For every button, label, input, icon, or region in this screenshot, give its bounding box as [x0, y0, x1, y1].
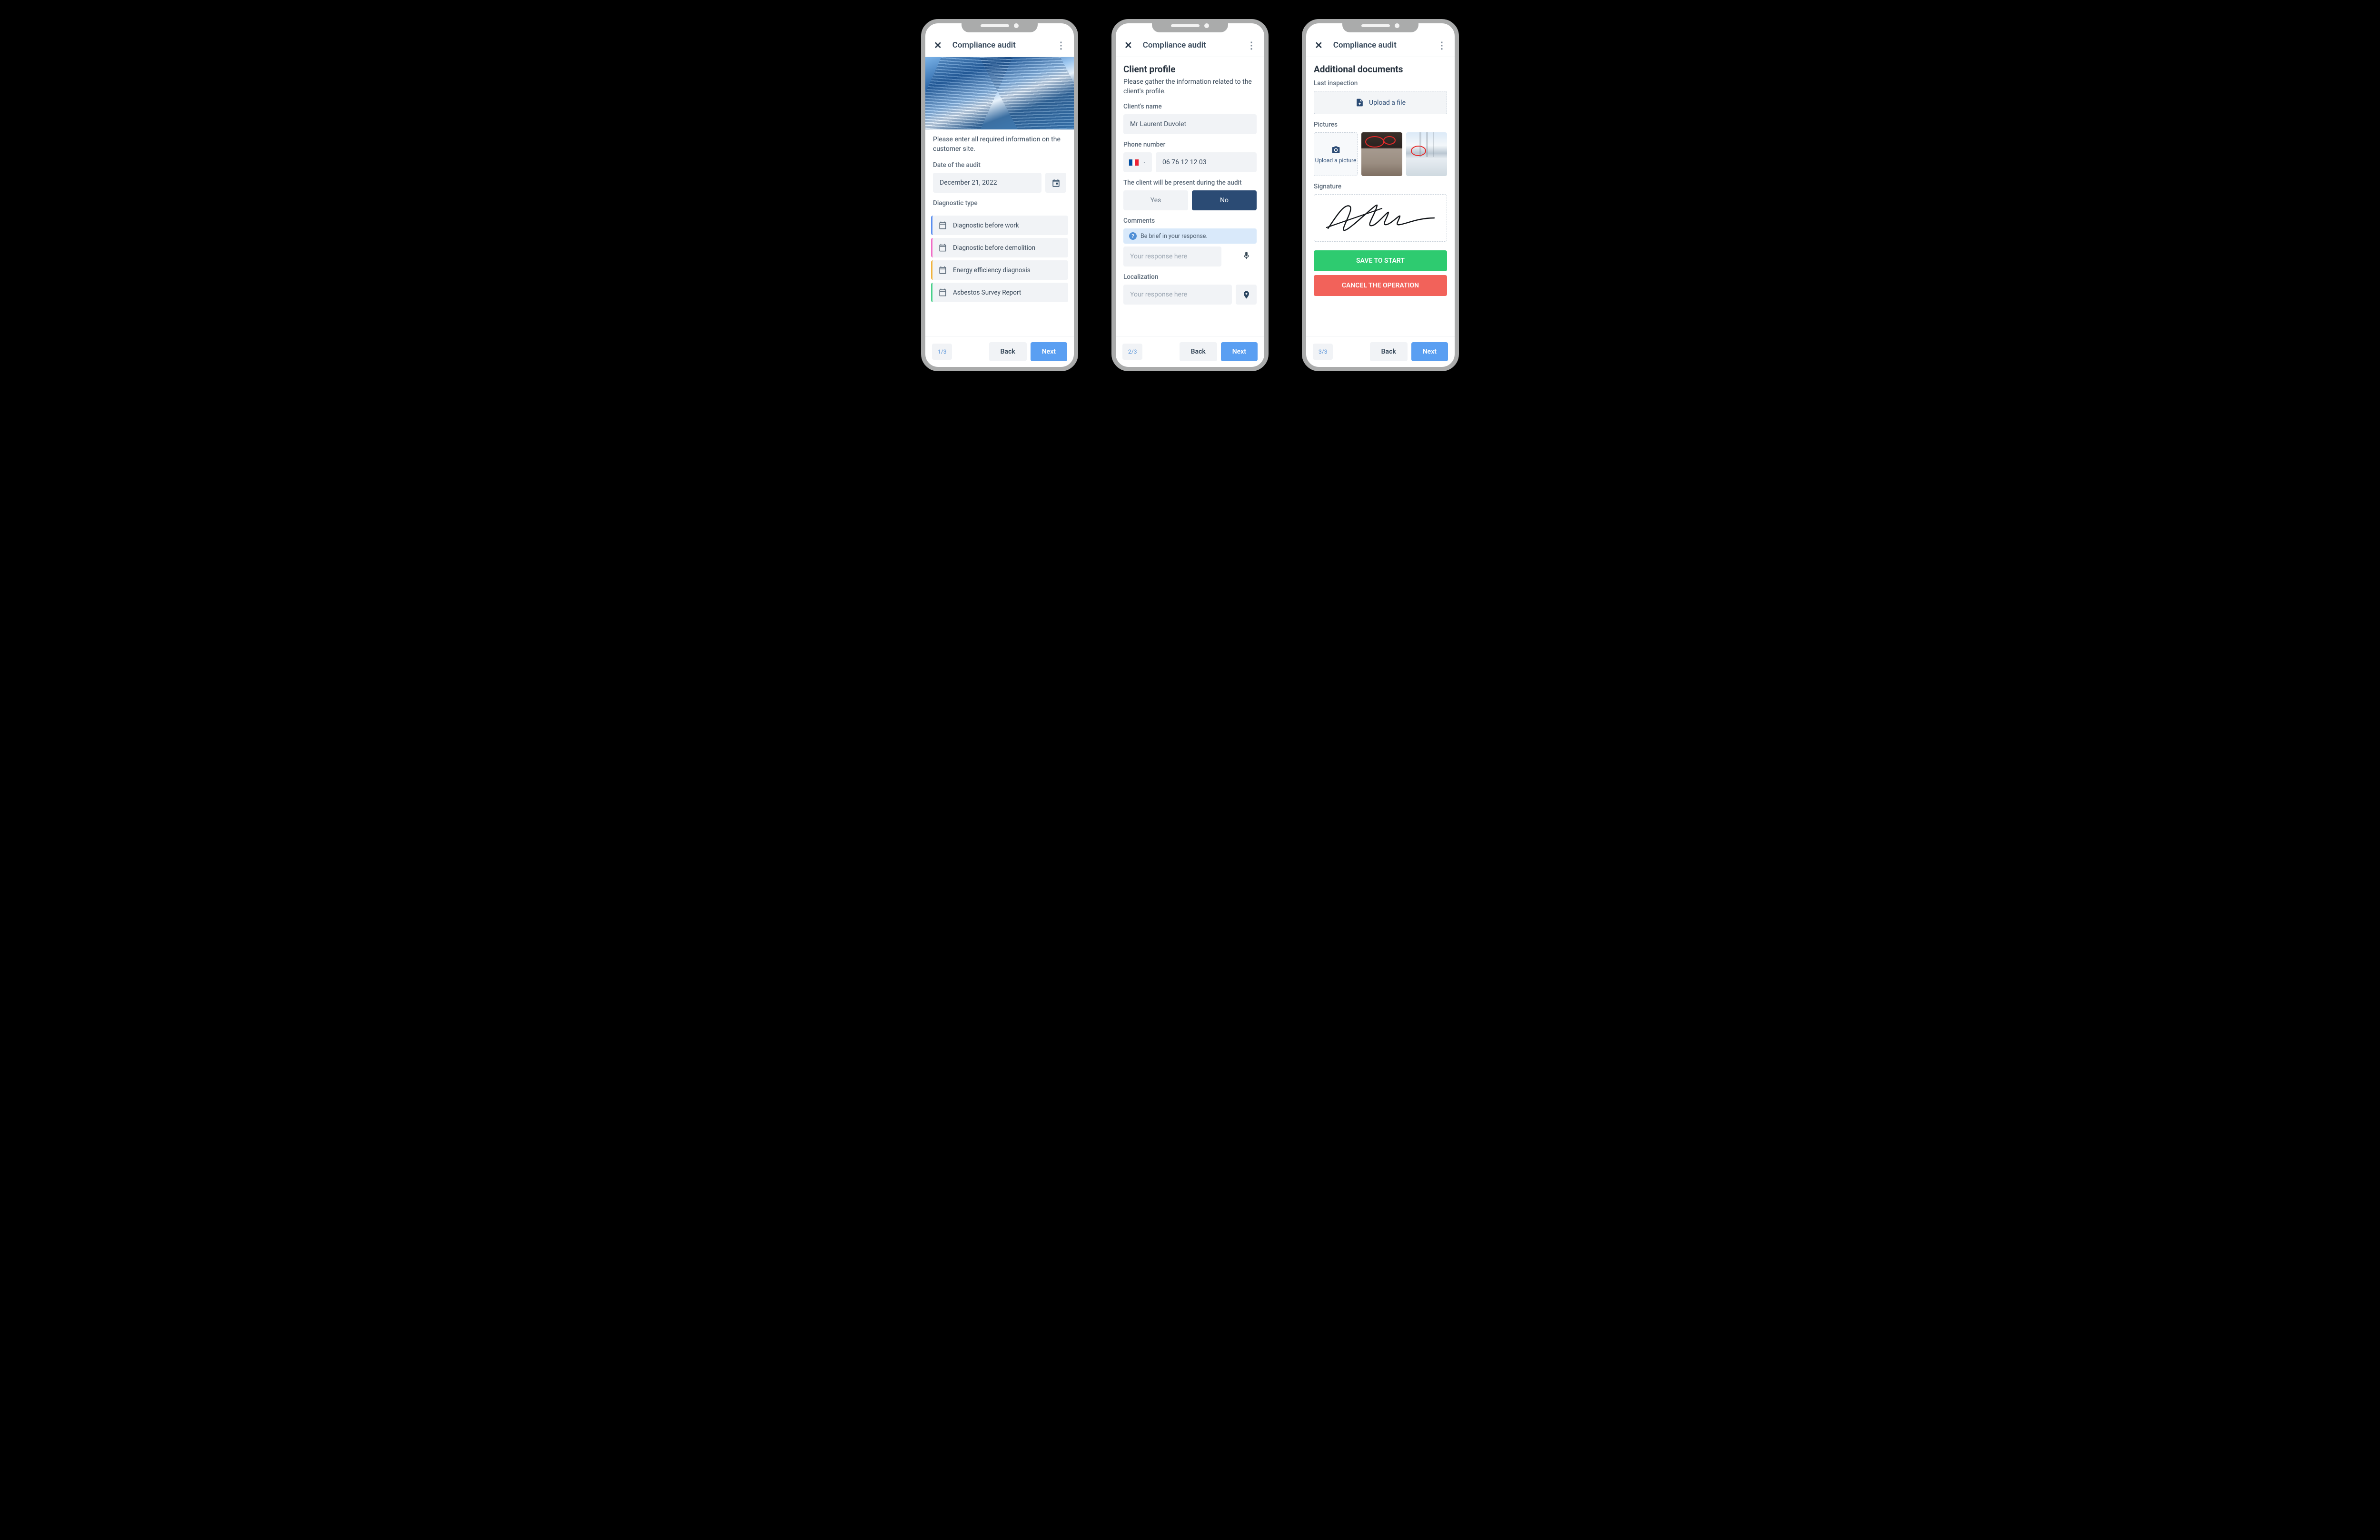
next-button[interactable]: Next — [1411, 342, 1448, 361]
upload-picture-label: Upload a picture — [1315, 157, 1357, 164]
pictures-label: Pictures — [1314, 121, 1447, 132]
client-name-label: Client's name — [1123, 103, 1257, 114]
phone-screen-1: ✕ Compliance audit ⋮ Please enter all re… — [921, 19, 1078, 371]
back-button[interactable]: Back — [1370, 342, 1408, 361]
diagnostic-option-label: Energy efficiency diagnosis — [953, 267, 1031, 274]
client-name-input[interactable]: Mr Laurent Duvolet — [1123, 114, 1257, 134]
intro-text: Please enter all required information on… — [925, 129, 1074, 159]
signature-label: Signature — [1314, 183, 1447, 194]
flag-icon — [1129, 159, 1139, 166]
section-title: Additional documents — [1306, 57, 1455, 78]
header: ✕ Compliance audit ⋮ — [1116, 34, 1264, 57]
phone-input[interactable]: 06 76 12 12 03 — [1156, 152, 1257, 172]
footer: 1/3 Back Next — [925, 336, 1074, 367]
toggle-yes[interactable]: Yes — [1123, 190, 1188, 210]
back-button[interactable]: Back — [989, 342, 1027, 361]
upload-picture-button[interactable]: Upload a picture — [1314, 132, 1358, 176]
pin-icon — [1242, 290, 1251, 299]
phone-screen-2: ✕ Compliance audit ⋮ Client profile Plea… — [1111, 19, 1269, 371]
location-button[interactable] — [1236, 285, 1257, 305]
back-button[interactable]: Back — [1180, 342, 1217, 361]
next-button[interactable]: Next — [1031, 342, 1067, 361]
page-title: Compliance audit — [1134, 40, 1245, 50]
toggle-no[interactable]: No — [1192, 190, 1257, 210]
calendar-icon — [938, 221, 947, 230]
cancel-button[interactable]: CANCEL THE OPERATION — [1314, 275, 1447, 296]
help-icon: ? — [1129, 232, 1137, 240]
page-title: Compliance audit — [944, 40, 1054, 50]
signature-drawing — [1321, 199, 1440, 237]
diag-type-label: Diagnostic type — [933, 199, 1066, 211]
upload-file-label: Upload a file — [1369, 99, 1406, 107]
diagnostic-option-label: Diagnostic before demolition — [953, 244, 1035, 252]
page-indicator: 1/3 — [932, 344, 952, 360]
picture-thumbnail[interactable] — [1361, 132, 1402, 176]
page-indicator: 3/3 — [1313, 344, 1333, 360]
chevron-down-icon — [1142, 160, 1147, 165]
hero-image — [925, 57, 1074, 129]
section-title: Client profile — [1116, 57, 1264, 78]
localization-label: Localization — [1123, 273, 1257, 285]
last-inspection-label: Last inspection — [1314, 79, 1447, 91]
picture-thumbnail[interactable] — [1406, 132, 1447, 176]
more-icon[interactable]: ⋮ — [1054, 39, 1067, 51]
header: ✕ Compliance audit ⋮ — [1306, 34, 1455, 57]
upload-file-button[interactable]: Upload a file — [1314, 91, 1447, 114]
date-label: Date of the audit — [933, 161, 1066, 173]
diagnostic-option[interactable]: Diagnostic before work — [931, 216, 1068, 235]
date-input[interactable]: December 21, 2022 — [933, 173, 1041, 193]
phone-screen-3: ✕ Compliance audit ⋮ Additional document… — [1302, 19, 1459, 371]
calendar-icon — [938, 266, 947, 275]
phone-label: Phone number — [1123, 141, 1257, 152]
close-icon[interactable]: ✕ — [932, 39, 944, 51]
calendar-icon — [938, 243, 947, 252]
signature-pad[interactable] — [1314, 194, 1447, 242]
section-subtitle: Please gather the information related to… — [1116, 78, 1264, 101]
calendar-icon — [938, 288, 947, 297]
close-icon[interactable]: ✕ — [1313, 39, 1325, 51]
more-icon[interactable]: ⋮ — [1245, 39, 1258, 51]
diagnostic-option[interactable]: Energy efficiency diagnosis — [931, 260, 1068, 280]
footer: 2/3 Back Next — [1116, 336, 1264, 367]
country-selector[interactable] — [1123, 152, 1152, 172]
diagnostic-option[interactable]: Asbestos Survey Report — [931, 283, 1068, 302]
diagnostic-option[interactable]: Diagnostic before demolition — [931, 238, 1068, 257]
localization-input[interactable] — [1123, 285, 1232, 305]
page-indicator: 2/3 — [1122, 344, 1142, 360]
file-upload-icon — [1355, 98, 1364, 107]
client-present-label: The client will be present during the au… — [1123, 179, 1257, 190]
comments-input[interactable] — [1123, 247, 1221, 267]
more-icon[interactable]: ⋮ — [1435, 39, 1448, 51]
next-button[interactable]: Next — [1221, 342, 1258, 361]
header: ✕ Compliance audit ⋮ — [925, 34, 1074, 57]
hint-text: Be brief in your response. — [1140, 233, 1208, 240]
comments-hint: ? Be brief in your response. — [1123, 228, 1257, 244]
diagnostic-option-label: Diagnostic before work — [953, 222, 1019, 229]
page-title: Compliance audit — [1325, 40, 1435, 50]
close-icon[interactable]: ✕ — [1122, 39, 1134, 51]
calendar-icon — [1051, 178, 1061, 188]
diagnostic-option-label: Asbestos Survey Report — [953, 289, 1021, 296]
save-button[interactable]: SAVE TO START — [1314, 250, 1447, 271]
calendar-button[interactable] — [1045, 173, 1066, 193]
camera-icon — [1331, 145, 1340, 154]
comments-label: Comments — [1123, 217, 1257, 228]
footer: 3/3 Back Next — [1306, 336, 1455, 367]
mic-icon[interactable] — [1242, 251, 1251, 262]
